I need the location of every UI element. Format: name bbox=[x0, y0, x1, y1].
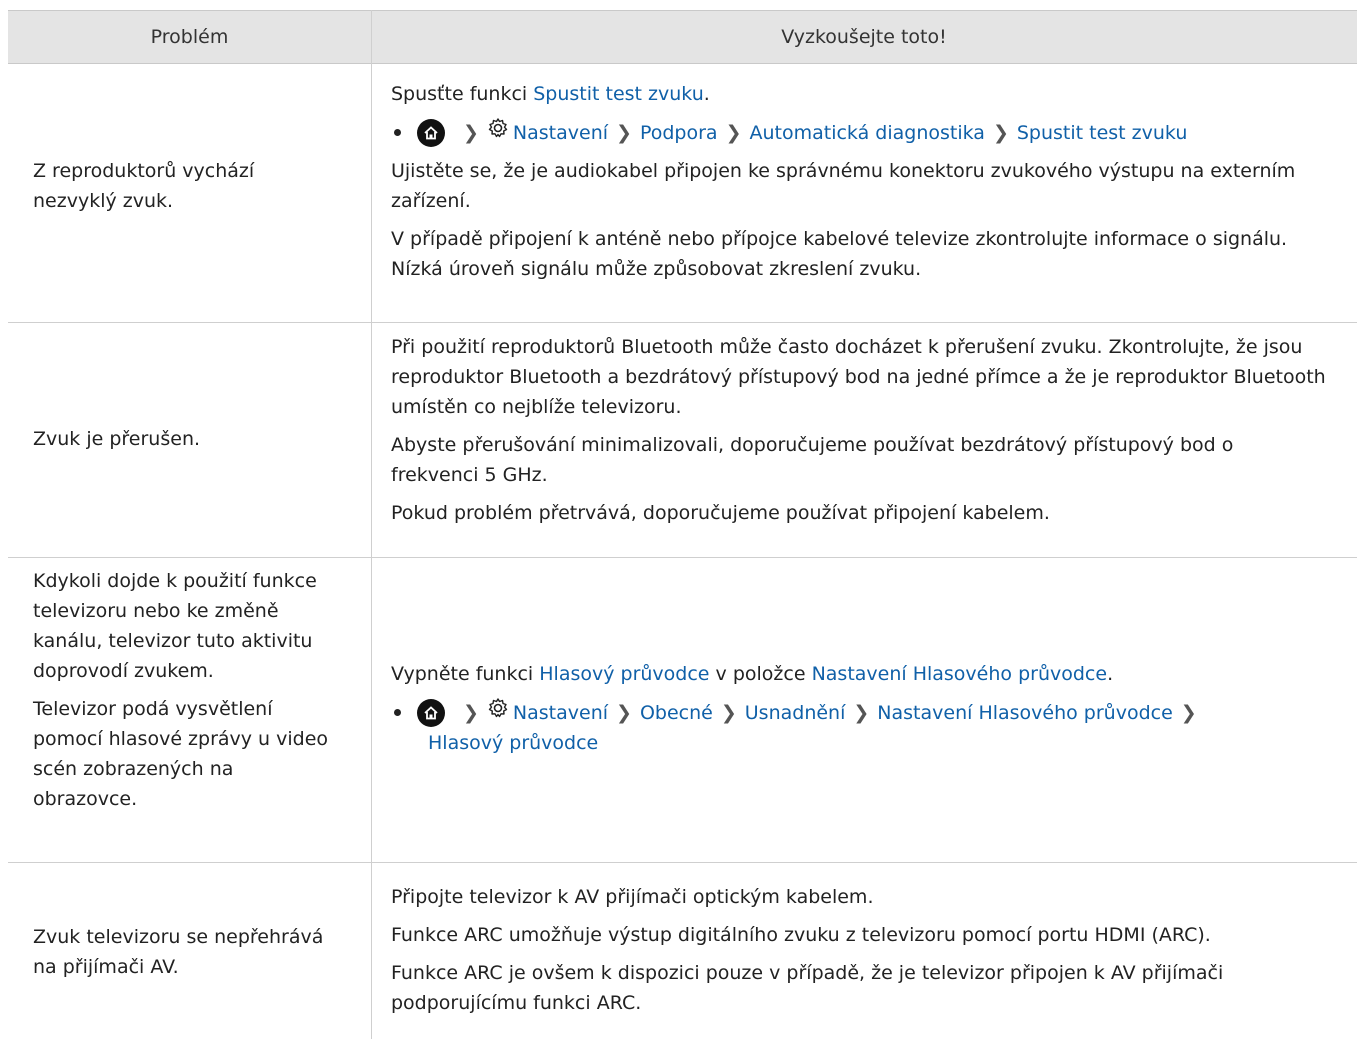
row1-menu-path: ❯ Nastavení ❯ Podpora ❯ Automatická diag… bbox=[391, 117, 1351, 148]
path-spustit-test-zvuku[interactable]: Spustit test zvuku bbox=[1017, 118, 1188, 148]
home-icon bbox=[417, 698, 445, 727]
row2-paragraph-1: Při použití reproduktorů Bluetooth může … bbox=[391, 336, 1326, 418]
gear-icon bbox=[487, 697, 509, 728]
chevron-right-icon: ❯ bbox=[616, 701, 632, 724]
row1-paragraph-2: Ujistěte se, že je audiokabel připojen k… bbox=[391, 160, 1296, 212]
chevron-right-icon: ❯ bbox=[1180, 701, 1197, 724]
row3-problem-1: Kdykoli dojde k použití funkce televizor… bbox=[33, 570, 317, 682]
row4-paragraph-1: Připojte televizor k AV přijímači optick… bbox=[391, 886, 874, 908]
path-automaticka-diagnostika[interactable]: Automatická diagnostika bbox=[749, 118, 984, 148]
chevron-right-icon: ❯ bbox=[720, 701, 737, 724]
path-nastaveni-hlasoveho-pruvodce[interactable]: Nastavení Hlasového průvodce bbox=[877, 698, 1173, 728]
row1-instruction: Spusťte funkci Spustit test zvuku. bbox=[391, 83, 710, 105]
chevron-right-icon: ❯ bbox=[725, 121, 742, 144]
row4-paragraph-2: Funkce ARC umožňuje výstup digitálního z… bbox=[391, 924, 1211, 946]
row2-paragraph-3: Pokud problém přetrvává, doporučujeme po… bbox=[391, 502, 1050, 524]
chevron-right-icon: ❯ bbox=[616, 121, 632, 144]
link-hlasovy-pruvodce[interactable]: Hlasový průvodce bbox=[539, 663, 709, 685]
path-obecne[interactable]: Obecné bbox=[640, 698, 713, 728]
row3-instruction: Vypněte funkci Hlasový průvodce v položc… bbox=[391, 663, 1114, 685]
row-divider bbox=[8, 557, 1357, 558]
row4-solution: Připojte televizor k AV přijímači optick… bbox=[391, 882, 1351, 1018]
table-header: Problém Vyzkoušejte toto! bbox=[8, 10, 1357, 64]
path-hlasovy-pruvodce[interactable]: Hlasový průvodce bbox=[428, 732, 598, 754]
row2-solution: Při použití reproduktorů Bluetooth může … bbox=[391, 332, 1351, 528]
link-nastaveni-hlasoveho-pruvodce[interactable]: Nastavení Hlasového průvodce bbox=[812, 663, 1108, 685]
header-problem: Problém bbox=[150, 26, 229, 48]
bullet bbox=[394, 129, 401, 136]
row3-path-continued: Hlasový průvodce bbox=[428, 728, 1351, 758]
header-try-this: Vyzkoušejte toto! bbox=[781, 26, 947, 48]
path-podpora[interactable]: Podpora bbox=[640, 118, 718, 148]
row1-solution: Spusťte funkci Spustit test zvuku. ❯ Nas… bbox=[391, 79, 1351, 284]
row4-problem: Zvuk televizoru se nepřehrává na přijíma… bbox=[33, 926, 324, 978]
bullet bbox=[394, 709, 401, 716]
row-divider bbox=[8, 322, 1357, 323]
row3-solution: Vypněte funkci Hlasový průvodce v položc… bbox=[391, 659, 1351, 758]
chevron-right-icon: ❯ bbox=[853, 701, 870, 724]
chevron-right-icon: ❯ bbox=[992, 121, 1009, 144]
row4-paragraph-3: Funkce ARC je ovšem k dispozici pouze v … bbox=[391, 962, 1224, 1014]
row1-problem: Z reproduktorů vychází nezvyklý zvuk. bbox=[33, 160, 255, 212]
gear-icon bbox=[487, 117, 509, 148]
row-divider bbox=[8, 862, 1357, 863]
path-nastaveni[interactable]: Nastavení bbox=[513, 118, 608, 148]
row2-problem: Zvuk je přerušen. bbox=[33, 428, 201, 450]
row3-problem: Kdykoli dojde k použití funkce televizor… bbox=[33, 566, 343, 814]
column-divider bbox=[371, 10, 372, 1039]
row3-problem-2: Televizor podá vysvětlení pomocí hlasové… bbox=[33, 698, 329, 810]
path-nastaveni[interactable]: Nastavení bbox=[513, 698, 608, 728]
row1-paragraph-3: V případě připojení k anténě nebo přípoj… bbox=[391, 228, 1288, 280]
path-usnadneni[interactable]: Usnadnění bbox=[745, 698, 846, 728]
home-icon bbox=[417, 118, 445, 147]
chevron-right-icon: ❯ bbox=[463, 701, 479, 724]
chevron-right-icon: ❯ bbox=[463, 121, 479, 144]
row3-menu-path: ❯ Nastavení ❯ Obecné ❯ Usnadnění ❯ Nasta… bbox=[391, 697, 1351, 728]
row2-paragraph-2: Abyste přerušování minimalizovali, dopor… bbox=[391, 434, 1234, 486]
link-spustit-test-zvuku[interactable]: Spustit test zvuku bbox=[533, 83, 704, 105]
